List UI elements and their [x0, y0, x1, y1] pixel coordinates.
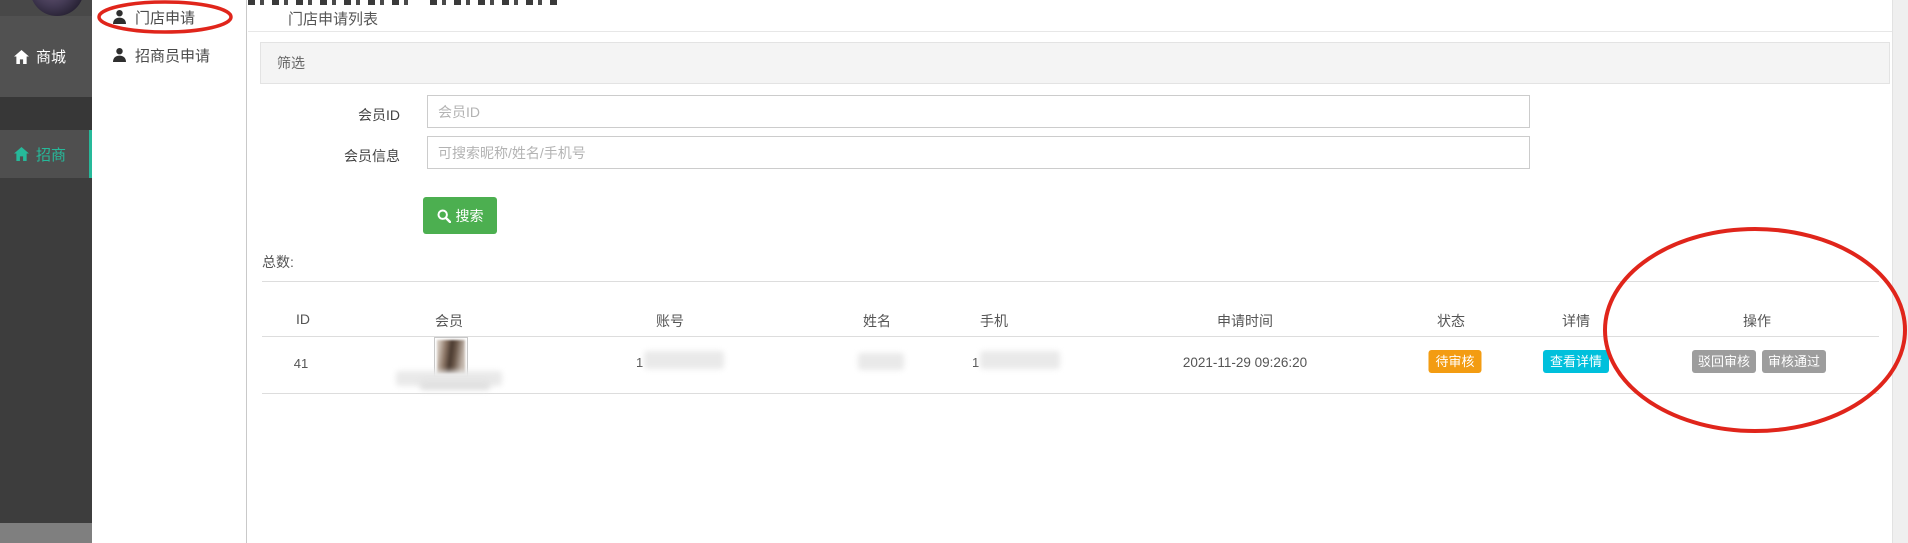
person-icon: [113, 10, 126, 24]
col-header-detail: 详情: [1562, 311, 1590, 331]
view-detail-button[interactable]: 查看详情: [1543, 350, 1609, 373]
cell-phone-blurred: [980, 351, 1060, 369]
cell-account-blurred: [644, 351, 724, 369]
member-avatar-image: [437, 340, 465, 374]
table-header-border: [262, 336, 1879, 337]
member-info-label: 会员信息: [280, 146, 400, 166]
member-info-input[interactable]: [427, 136, 1530, 169]
col-header-member: 会员: [435, 311, 463, 331]
member-id-label: 会员ID: [280, 105, 400, 125]
cell-name-blurred: [858, 353, 904, 370]
status-badge-pending: 待审核: [1428, 350, 1481, 373]
cell-account-prefix: 1: [636, 355, 643, 370]
col-header-status: 状态: [1437, 311, 1465, 331]
menu-item-recruiter-application[interactable]: 招商员申请: [92, 46, 246, 64]
col-header-account: 账号: [656, 311, 684, 331]
user-avatar[interactable]: [30, 0, 84, 16]
sidebar-top-strip: [0, 0, 92, 16]
primary-sidebar: 商城 招商: [0, 0, 92, 543]
cell-apply-time: 2021-11-29 09:26:20: [1183, 355, 1307, 370]
sidebar-bottom-strip: [0, 523, 92, 543]
content-title-bar: [248, 0, 1892, 32]
search-button-label: 搜索: [456, 206, 484, 226]
table-row-border: [262, 393, 1879, 394]
col-header-phone: 手机: [980, 311, 1008, 331]
menu-item-label: 招商员申请: [135, 45, 210, 66]
filter-header-label: 筛选: [277, 53, 305, 73]
sidebar-divider: [0, 97, 92, 130]
col-header-actions: 操作: [1743, 311, 1771, 331]
app-window: 商城 招商 门店申请 招商员申请: [0, 0, 1908, 543]
total-count-label: 总数:: [262, 252, 294, 272]
menu-item-store-application[interactable]: 门店申请: [92, 8, 246, 26]
col-header-name: 姓名: [863, 311, 891, 331]
person-icon: [113, 48, 126, 62]
approve-review-button[interactable]: 审核通过: [1762, 350, 1826, 373]
search-button[interactable]: 搜索: [423, 197, 497, 234]
vertical-scrollbar[interactable]: [1892, 0, 1908, 543]
filter-panel-header: 筛选: [260, 42, 1890, 84]
menu-item-label: 门店申请: [135, 7, 195, 28]
sidebar-item-invest[interactable]: 招商: [0, 130, 92, 178]
table-top-border: [262, 281, 1879, 282]
member-nickname-blurred: [420, 381, 490, 390]
cell-id: 41: [294, 356, 308, 371]
sidebar-item-mall[interactable]: 商城: [0, 16, 92, 97]
col-header-id: ID: [296, 311, 310, 327]
search-icon: [437, 209, 451, 223]
row-actions: 驳回审核 审核通过: [1692, 350, 1826, 373]
secondary-sidebar: 门店申请 招商员申请: [92, 0, 247, 543]
cell-phone-prefix: 1: [972, 355, 979, 370]
sidebar-item-label: 商城: [36, 46, 66, 67]
page-title: 门店申请列表: [288, 8, 378, 29]
col-header-apply-time: 申请时间: [1217, 311, 1273, 331]
home-icon: [14, 147, 29, 161]
sidebar-item-label: 招商: [36, 144, 66, 165]
reject-review-button[interactable]: 驳回审核: [1692, 350, 1756, 373]
member-id-input[interactable]: [427, 95, 1530, 128]
home-icon: [14, 50, 29, 64]
